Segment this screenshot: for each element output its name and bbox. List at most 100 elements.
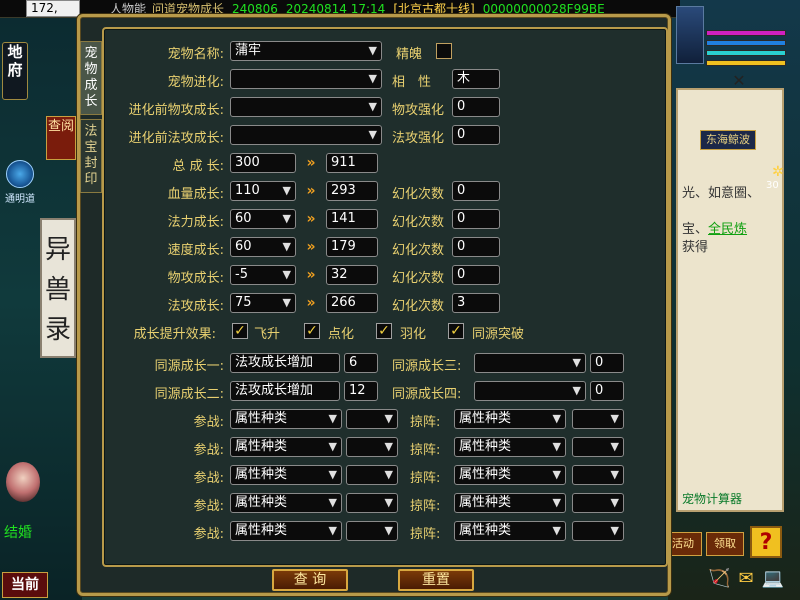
chayue-scroll-button[interactable]: 查阅	[46, 116, 76, 160]
compass-widget[interactable]: 通明道	[4, 160, 36, 205]
event-link[interactable]: 全民炼	[708, 222, 747, 237]
pre-phys-growth-select[interactable]	[230, 97, 382, 117]
stat-base-select[interactable]: 75	[230, 293, 296, 313]
jiehun-link[interactable]: 结婚	[4, 522, 32, 542]
claim-button[interactable]: 领取	[706, 532, 744, 556]
feisheng-checkbox[interactable]: ✓	[232, 323, 248, 339]
player-portrait[interactable]	[676, 6, 704, 64]
pre-magic-growth-select[interactable]	[230, 125, 382, 145]
lvezhen-attr-select[interactable]: 属性种类	[454, 409, 566, 429]
tab-pet-growth[interactable]: 宠物成长	[80, 41, 102, 115]
bottom-toolbar-icons[interactable]: 🏹✉💻	[700, 568, 800, 598]
canzhan-label: 参战:	[193, 443, 224, 458]
arrow-right-icon: »	[306, 183, 316, 199]
dangqian-channel-button[interactable]: 当前	[2, 572, 48, 598]
tongyuan2-select[interactable]: 法攻成长增加	[230, 381, 340, 401]
stat-base-select[interactable]: 60	[230, 237, 296, 257]
tongyuan3-select[interactable]	[474, 353, 586, 373]
tongyuan4-num[interactable]: 0	[590, 381, 624, 401]
yishoulu-scroll[interactable]: 异兽录	[40, 218, 76, 358]
tongyuan3-num[interactable]: 0	[590, 353, 624, 373]
stat-result: 141	[326, 209, 378, 229]
lvezhen-label: 掠阵:	[410, 471, 441, 486]
arrow-right-icon: »	[306, 239, 316, 255]
canzhan-value-select[interactable]	[346, 409, 398, 429]
canzhan-attr-select[interactable]: 属性种类	[230, 465, 342, 485]
canzhan-value-select[interactable]	[346, 465, 398, 485]
pet-growth-window: 宠物成长 法宝封印 宠物名称: 蒲牢 精魄 宠物进化: 相 性 木 进化前物攻成…	[77, 14, 671, 596]
huanhua-field[interactable]: 0	[452, 237, 500, 257]
dianhua-checkbox[interactable]: ✓	[304, 323, 320, 339]
evolution-select[interactable]	[230, 69, 382, 89]
huanhua-field[interactable]: 0	[452, 209, 500, 229]
canzhan-attr-select[interactable]: 属性种类	[230, 493, 342, 513]
huanhua-field[interactable]: 0	[452, 265, 500, 285]
pet-name-select[interactable]: 蒲牢	[230, 41, 382, 61]
lvezhen-value-select[interactable]	[572, 437, 624, 457]
close-icon[interactable]: ✕	[730, 72, 748, 90]
exp-bar	[706, 60, 786, 66]
canzhan-value-select[interactable]	[346, 437, 398, 457]
feisheng-label: 飞升	[254, 327, 281, 342]
lvezhen-label: 掠阵:	[410, 415, 441, 430]
tongyuan-tupo-checkbox[interactable]: ✓	[448, 323, 464, 339]
canzhan-label: 参战:	[193, 527, 224, 542]
arrow-right-icon: »	[306, 295, 316, 311]
xiangxing-field[interactable]: 木	[452, 69, 500, 89]
huanhua-label: 幻化次数	[392, 243, 445, 258]
stat-result: 32	[326, 265, 378, 285]
stat-result: 179	[326, 237, 378, 257]
canzhan-label: 参战:	[193, 415, 224, 430]
phys-enhance-field[interactable]: 0	[452, 97, 500, 117]
lvezhen-value-select[interactable]	[572, 493, 624, 513]
total-growth-base[interactable]: 300	[230, 153, 296, 173]
canzhan-value-select[interactable]	[346, 521, 398, 541]
stat-base-select[interactable]: 110	[230, 181, 296, 201]
dianhua-label: 点化	[328, 327, 355, 342]
help-icon[interactable]: ?	[750, 526, 782, 558]
boost-label: 成长提升效果:	[133, 327, 216, 342]
canzhan-value-select[interactable]	[346, 493, 398, 513]
lvezhen-value-select[interactable]	[572, 409, 624, 429]
lvezhen-value-select[interactable]	[572, 465, 624, 485]
pet-calculator-link[interactable]: 宠物计算器	[682, 490, 742, 507]
canzhan-attr-select[interactable]: 属性种类	[230, 409, 342, 429]
tongyuan1-num[interactable]: 6	[344, 353, 378, 373]
total-growth-label: 总 成 长:	[172, 159, 224, 174]
huanhua-field[interactable]: 0	[452, 181, 500, 201]
tongyuan2-num[interactable]: 12	[344, 381, 378, 401]
lvezhen-attr-select[interactable]: 属性种类	[454, 437, 566, 457]
stat-base-select[interactable]: -5	[230, 265, 296, 285]
stat-label: 物攻成长:	[167, 271, 224, 286]
query-button[interactable]: 查 询	[272, 569, 348, 591]
reset-button[interactable]: 重置	[398, 569, 474, 591]
hp-bar	[706, 30, 786, 36]
tongyuan1-select[interactable]: 法攻成长增加	[230, 353, 340, 373]
magic-enhance-field[interactable]: 0	[452, 125, 500, 145]
xiangxing-label: 相 性	[392, 75, 432, 90]
lvezhen-value-select[interactable]	[572, 521, 624, 541]
tongyuan4-select[interactable]	[474, 381, 586, 401]
character-avatar[interactable]	[6, 462, 40, 502]
lvezhen-attr-select[interactable]: 属性种类	[454, 465, 566, 485]
lvezhen-attr-select[interactable]: 属性种类	[454, 521, 566, 541]
stat-label: 法攻成长:	[167, 299, 224, 314]
huanhua-field[interactable]: 3	[452, 293, 500, 313]
canzhan-label: 参战:	[193, 499, 224, 514]
canzhan-attr-select[interactable]: 属性种类	[230, 437, 342, 457]
canzhan-attr-select[interactable]: 属性种类	[230, 521, 342, 541]
event-text-2: 宝、全民炼	[682, 222, 748, 237]
tab-fabao-seal[interactable]: 法宝封印	[80, 119, 102, 193]
total-growth-result: 911	[326, 153, 378, 173]
evolution-label: 宠物进化:	[167, 75, 224, 90]
lvezhen-attr-select[interactable]: 属性种类	[454, 493, 566, 513]
map-difu-button[interactable]: 地府	[2, 42, 28, 100]
yuhua-checkbox[interactable]: ✓	[376, 323, 392, 339]
stat-label: 法力成长:	[167, 215, 224, 230]
compass-icon	[6, 160, 34, 188]
gear-icon[interactable]: ✲	[772, 164, 784, 180]
jingpo-checkbox[interactable]	[436, 43, 452, 59]
compass-label: 通明道	[5, 194, 35, 205]
stat-base-select[interactable]: 60	[230, 209, 296, 229]
stat-result: 266	[326, 293, 378, 313]
